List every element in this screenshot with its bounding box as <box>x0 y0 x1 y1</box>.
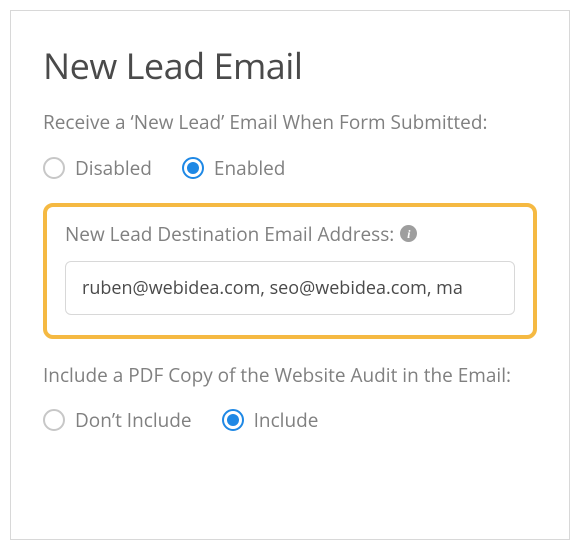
radio-circle-selected-icon <box>182 157 204 179</box>
receive-email-radio-group: Disabled Enabled <box>43 155 537 181</box>
radio-circle-selected-icon <box>222 409 244 431</box>
destination-label: New Lead Destination Email Address: <box>65 221 394 247</box>
include-pdf-radio-group: Don’t Include Include <box>43 407 537 433</box>
info-icon[interactable]: i <box>400 225 417 242</box>
radio-disabled-label: Disabled <box>75 155 152 181</box>
radio-disabled[interactable]: Disabled <box>43 155 152 181</box>
page-title: New Lead Email <box>43 41 537 90</box>
destination-highlight-box: New Lead Destination Email Address: i <box>43 203 537 339</box>
radio-circle-icon <box>43 409 65 431</box>
radio-circle-icon <box>43 157 65 179</box>
radio-include-label: Include <box>254 407 319 433</box>
radio-dot-icon <box>227 414 239 426</box>
radio-dont-include[interactable]: Don’t Include <box>43 407 192 433</box>
include-pdf-label: Include a PDF Copy of the Website Audit … <box>43 361 537 390</box>
radio-enabled-label: Enabled <box>214 155 285 181</box>
receive-email-label: Receive a ‘New Lead’ Email When Form Sub… <box>43 108 537 137</box>
radio-dont-include-label: Don’t Include <box>75 407 192 433</box>
radio-enabled[interactable]: Enabled <box>182 155 285 181</box>
radio-include[interactable]: Include <box>222 407 319 433</box>
destination-label-row: New Lead Destination Email Address: i <box>65 221 515 247</box>
radio-dot-icon <box>187 162 199 174</box>
settings-card: New Lead Email Receive a ‘New Lead’ Emai… <box>10 10 570 540</box>
destination-email-input[interactable] <box>65 261 515 315</box>
